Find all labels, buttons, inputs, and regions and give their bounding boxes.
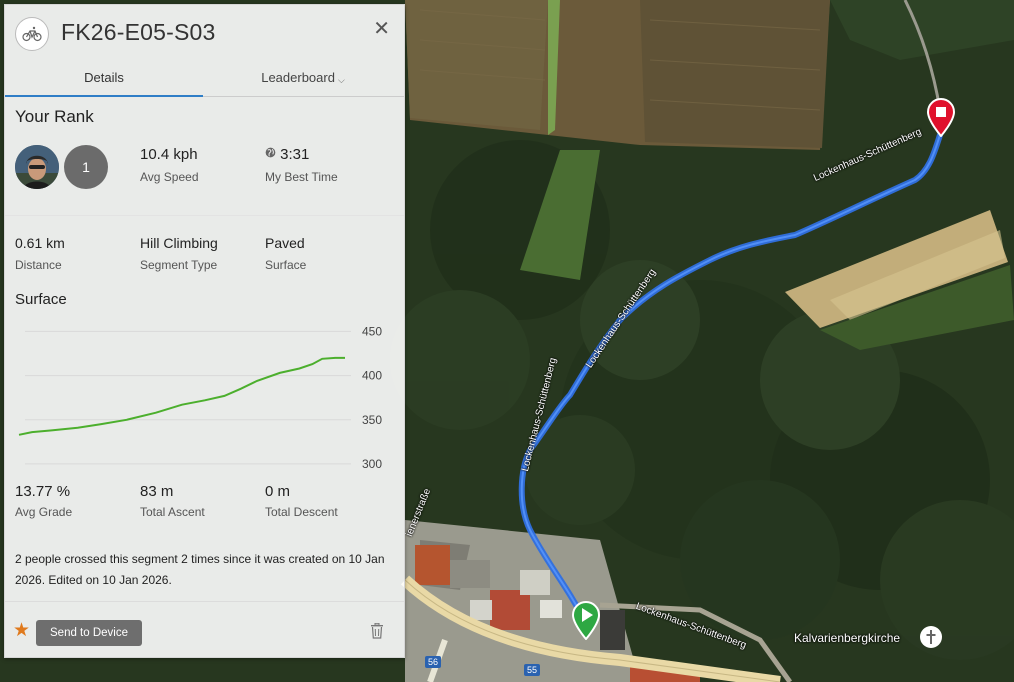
send-to-device-button[interactable]: Send to Device xyxy=(36,620,142,646)
tab-leaderboard[interactable]: Leaderboard ⌵ xyxy=(203,63,403,97)
bicycle-icon xyxy=(15,17,49,51)
panel-footer: ★ Send to Device xyxy=(5,601,404,659)
divider xyxy=(5,215,404,216)
avg-speed-label: Avg Speed xyxy=(140,170,199,184)
close-icon[interactable]: ✕ xyxy=(373,19,390,39)
distance-value: 0.61 km xyxy=(15,235,65,251)
tab-details[interactable]: Details xyxy=(5,63,203,97)
segment-type-value: Hill Climbing xyxy=(140,235,218,251)
best-time: 3:31 xyxy=(265,146,309,163)
avg-grade-label: Avg Grade xyxy=(15,505,73,519)
distance-label: Distance xyxy=(15,258,62,272)
trash-icon[interactable] xyxy=(370,622,384,644)
avg-grade-value: 13.77 % xyxy=(15,483,71,500)
tab-bar: Details Leaderboard ⌵ xyxy=(5,63,404,97)
play-marker-icon xyxy=(571,601,601,641)
best-time-label: My Best Time xyxy=(265,170,338,184)
chart-y-tick-label: 350 xyxy=(362,413,382,427)
end-marker[interactable] xyxy=(926,97,956,138)
surface-label: Surface xyxy=(265,258,307,272)
segment-title: FK26-E05-S03 xyxy=(61,19,216,45)
total-descent-value: 0 m xyxy=(265,483,291,500)
segment-type-label: Segment Type xyxy=(140,258,218,272)
start-marker[interactable] xyxy=(571,600,601,641)
star-icon[interactable]: ★ xyxy=(13,619,30,642)
chart-y-tick-label: 300 xyxy=(362,457,382,471)
segment-details-panel: FK26-E05-S03 ✕ Details Leaderboard ⌵ Your… xyxy=(4,4,405,658)
elevation-chart: 450 400 350 300 xyxy=(18,324,382,471)
surface-value: Paved xyxy=(265,235,305,251)
chevron-down-icon: ⌵ xyxy=(337,75,345,85)
tab-details-label: Details xyxy=(84,70,124,85)
avg-speed-value: 10.4 kph xyxy=(140,146,198,163)
segment-description: 2 people crossed this segment 2 times si… xyxy=(15,552,385,587)
total-descent-label: Total Descent xyxy=(265,505,338,519)
panel-header: FK26-E05-S03 ✕ xyxy=(5,5,404,61)
chart-y-tick-label: 450 xyxy=(362,324,382,338)
avatar[interactable] xyxy=(15,145,59,189)
surface-heading: Surface xyxy=(15,291,67,308)
elevation-series-line xyxy=(18,356,345,436)
your-rank-heading: Your Rank xyxy=(15,107,94,126)
tab-leaderboard-label: Leaderboard xyxy=(261,70,335,85)
stop-marker-icon xyxy=(926,98,956,138)
globe-icon xyxy=(265,147,276,158)
rank-badge: 1 xyxy=(64,145,108,189)
total-ascent-label: Total Ascent xyxy=(140,505,205,519)
best-time-value: 3:31 xyxy=(280,146,310,163)
chart-y-tick-label: 400 xyxy=(362,369,382,383)
total-ascent-value: 83 m xyxy=(140,483,174,500)
